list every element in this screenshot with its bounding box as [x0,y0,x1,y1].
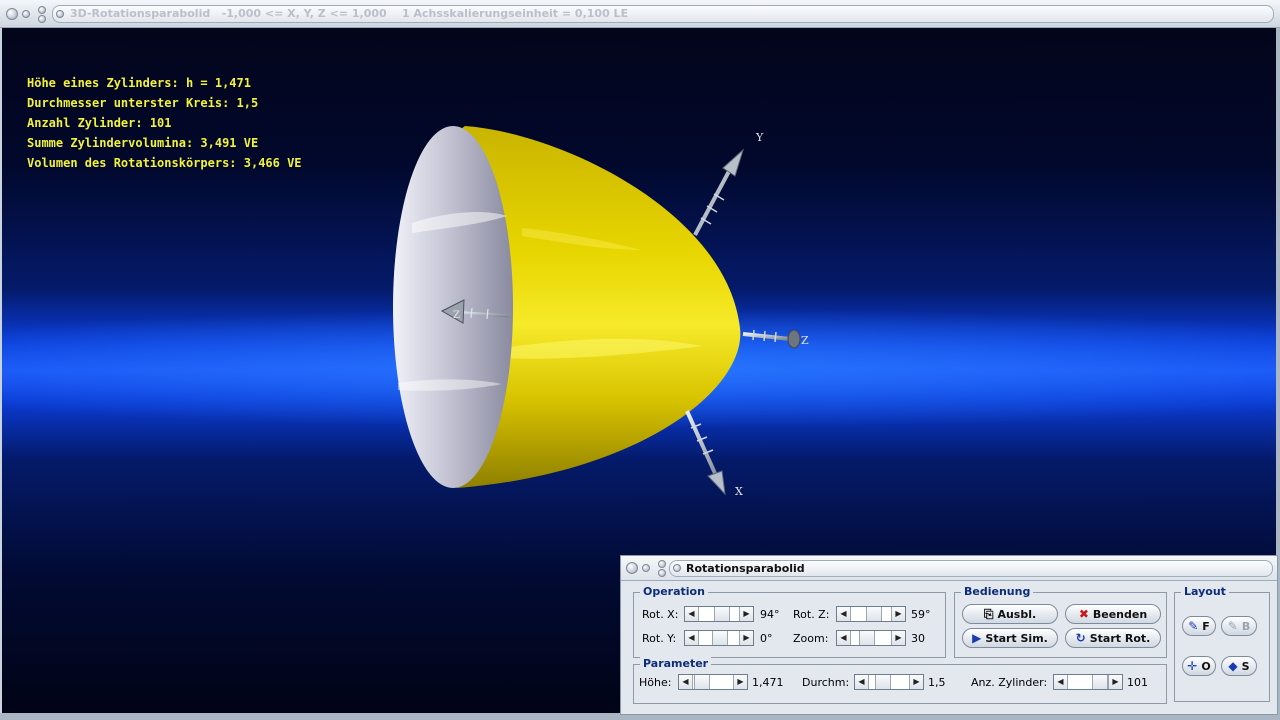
rot-y-thumb[interactable] [712,631,728,645]
z-axis [742,329,801,349]
layout-f-button[interactable]: ✎ F [1182,616,1216,636]
layout-s-button[interactable]: ◆ S [1221,656,1257,676]
rot-y-decrease-arrow[interactable]: ◀ [685,631,699,645]
durchm-decrease-arrow[interactable]: ◀ [855,675,869,689]
minimize-button[interactable] [22,10,30,18]
zoom-increase-arrow[interactable]: ▶ [891,631,905,645]
zoom-label: Zoom: [793,632,829,645]
anz-zylinder-value: 101 [1127,676,1148,689]
control-dialog: Rotationsparabolid Operation Rot. X: ◀ ▶… [620,555,1278,715]
layout-b-label: B [1241,619,1251,633]
dialog-title: Rotationsparabolid [686,562,805,575]
rot-x-increase-arrow[interactable]: ▶ [739,607,753,621]
main-title-bar: 3D-Rotationsparabolid -1,000 <= X, Y, Z … [0,0,1280,28]
z-axis-label: Z [801,334,809,347]
rot-y-increase-arrow[interactable]: ▶ [739,631,753,645]
durchm-value: 1,5 [928,676,946,689]
rot-y-label: Rot. Y: [642,632,677,645]
maximize-button[interactable] [38,6,46,14]
hoehe-value: 1,471 [752,676,784,689]
durchm-thumb[interactable] [875,675,891,689]
hoehe-decrease-arrow[interactable]: ◀ [679,675,693,689]
layout-s-label: S [1241,659,1250,673]
y-axis-label: Y [755,131,764,144]
start-rot-button-label: Start Rot. [1089,631,1151,645]
rot-x-value: 94° [760,608,780,621]
y-axis-arrowhead [722,148,745,177]
x-axis-arrowhead [707,470,726,496]
rot-x-scrollbar[interactable]: ◀ ▶ [684,606,754,622]
brush-disabled-icon: ✎ [1227,619,1238,633]
rot-z-scrollbar[interactable]: ◀ ▶ [836,606,906,622]
dialog-title-bullet-icon [673,564,681,572]
anz-zylinder-decrease-arrow[interactable]: ◀ [1054,675,1068,689]
rot-y-value: 0° [760,632,773,645]
ausblenden-button-label: Ausbl. [997,607,1037,621]
cube-icon: ◆ [1228,659,1238,673]
dialog-title-bar: Rotationsparabolid [621,556,1277,581]
rot-x-thumb[interactable] [714,607,730,621]
rot-x-decrease-arrow[interactable]: ◀ [685,607,699,621]
z-axis-back-label: Z [453,310,460,321]
zoom-thumb[interactable] [859,631,875,645]
rot-z-value: 59° [911,608,931,621]
durchm-scrollbar[interactable]: ◀ ▶ [854,674,924,690]
hoehe-label: Höhe: [639,676,672,689]
dialog-minimize-button[interactable] [642,564,650,572]
z-axis-arrowhead [787,329,801,349]
layout-o-button[interactable]: ✛ O [1182,656,1216,676]
zoom-scrollbar[interactable]: ◀ ▶ [836,630,906,646]
dialog-menu-button[interactable] [626,562,638,574]
layout-group-label: Layout [1181,585,1229,598]
layout-group: Layout [1174,585,1270,702]
rot-z-label: Rot. Z: [793,608,830,621]
y-axis [693,148,745,236]
anz-zylinder-thumb[interactable] [1092,675,1108,689]
close-button[interactable] [38,15,46,23]
hoehe-increase-arrow[interactable]: ▶ [733,675,747,689]
rot-z-decrease-arrow[interactable]: ◀ [837,607,851,621]
zoom-value: 30 [911,632,925,645]
durchm-increase-arrow[interactable]: ▶ [909,675,923,689]
rot-z-increase-arrow[interactable]: ▶ [891,607,905,621]
parameter-group-label: Parameter [640,657,712,670]
start-rot-button[interactable]: ↻ Start Rot. [1065,628,1161,648]
window-menu-button[interactable] [6,8,18,20]
title-bullet-icon [56,10,64,18]
anz-zylinder-scrollbar[interactable]: ◀ ▶ [1053,674,1123,690]
durchm-label: Durchm: [802,676,850,689]
operation-group-label: Operation [640,585,708,598]
dialog-maximize-button[interactable] [658,560,666,568]
crosshair-icon: ✛ [1187,659,1198,673]
layout-b-button[interactable]: ✎ B [1221,616,1257,636]
ausblenden-icon: ⎘ [983,607,994,621]
layout-f-label: F [1202,619,1210,633]
window-title: 3D-Rotationsparabolid -1,000 <= X, Y, Z … [70,7,629,20]
layout-o-label: O [1201,659,1211,673]
dialog-close-button[interactable] [658,569,666,577]
beenden-button[interactable]: ✖ Beenden [1065,604,1161,624]
start-sim-button-label: Start Sim. [985,631,1048,645]
beenden-button-label: Beenden [1092,607,1148,621]
anz-zylinder-increase-arrow[interactable]: ▶ [1108,675,1122,689]
rot-x-label: Rot. X: [642,608,679,621]
hoehe-scrollbar[interactable]: ◀ ▶ [678,674,748,690]
close-x-icon: ✖ [1078,607,1089,621]
anz-zylinder-label: Anz. Zylinder: [971,676,1048,689]
play-icon: ▶ [972,631,982,645]
bedienung-group-label: Bedienung [961,585,1034,598]
x-axis [685,410,726,496]
operation-group: Operation [633,585,946,658]
rotate-icon: ↻ [1075,631,1086,645]
hoehe-thumb[interactable] [694,675,710,689]
ausblenden-button[interactable]: ⎘ Ausbl. [962,604,1058,624]
zoom-decrease-arrow[interactable]: ◀ [837,631,851,645]
brush-icon: ✎ [1188,619,1199,633]
x-axis-label: X [735,485,743,498]
rot-z-thumb[interactable] [866,607,882,621]
start-sim-button[interactable]: ▶ Start Sim. [962,628,1058,648]
bedienung-group: Bedienung [954,585,1167,658]
rot-y-scrollbar[interactable]: ◀ ▶ [684,630,754,646]
